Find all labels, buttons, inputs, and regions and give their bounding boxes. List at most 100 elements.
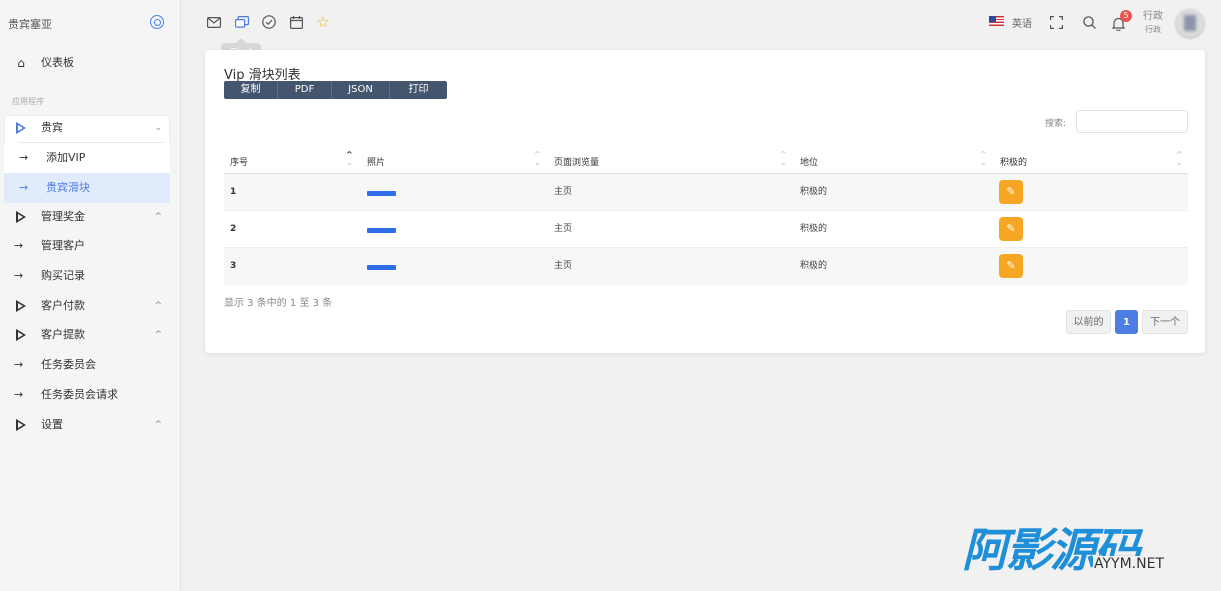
avatar[interactable] [1176,9,1204,37]
chat-icon[interactable] [234,14,250,30]
watermark-en: AYYM.NET [1093,556,1165,572]
sort-icon[interactable]: ^ ⌄ [780,151,787,167]
pdf-button[interactable]: PDF [278,81,332,99]
column-header-status[interactable]: 地位 [800,155,818,168]
chevron-down-icon: ⌄ [154,123,162,133]
table-info: 显示 3 条中的 1 至 3 条 [224,298,333,309]
us-flag-icon[interactable] [989,16,1004,26]
column-header-active[interactable]: 积极的 [1000,155,1027,168]
column-header-page-views[interactable]: 页面浏览量 [554,155,599,168]
sort-icon[interactable]: ^ ⌄ [980,151,987,167]
sidebar-item-label: 设置 [41,418,63,431]
vip-slider-card: Vip 滑块列表 复制 PDF JSON 打印 搜索: 序号 ^ ⌄ 照片 ^ ⌄ … [205,50,1205,353]
sidebar-item-label: 客户提款 [41,328,85,341]
column-header-photo[interactable]: 照片 [367,155,385,168]
export-button-group: 复制 PDF JSON 打印 [224,81,447,99]
sidebar-item-label: 任务委员会 [41,358,96,371]
calendar-icon[interactable] [288,14,304,30]
status-cell: 积极的 [800,187,828,197]
sidebar-item-label: 管理奖金 [41,210,85,223]
sort-icon[interactable]: ^ ⌄ [534,151,541,167]
sidebar-item-label: 购买记录 [41,269,85,282]
row-number: 1 [230,187,237,197]
sidebar-item-customers[interactable]: → 管理客户 [4,231,170,261]
section-label: 应用程序 [12,97,44,106]
page-cell: 主页 [554,261,573,271]
page-1-button[interactable]: 1 [1115,310,1138,334]
play-icon [14,299,28,313]
star-icon[interactable]: ☆ [315,13,331,31]
copy-button[interactable]: 复制 [224,81,278,99]
edit-pencil-icon[interactable]: ✎ [999,217,1023,241]
sidebar-item-task-committee[interactable]: → 任务委员会 [4,350,170,380]
page-cell: 主页 [554,187,573,197]
role-title: 行政 [1143,11,1163,22]
search-input[interactable] [1076,110,1188,133]
play-icon [14,418,28,432]
arrow-right-icon: → [14,269,24,282]
prev-page-button[interactable]: 以前的 [1066,310,1111,334]
arrow-right-icon: → [14,239,24,252]
watermark-logo: 阿影源码 AYYM.NET [962,524,1187,576]
arrow-right-icon: → [19,151,29,164]
next-page-button[interactable]: 下一个 [1142,310,1188,334]
print-button[interactable]: 打印 [390,81,447,99]
slider-thumbnail [367,228,396,233]
search-icon[interactable] [1081,14,1097,30]
sidebar-item-dashboard[interactable]: ⌂ 仪表板 [4,49,170,77]
sidebar-item-label: 贵宾滑块 [46,181,90,194]
page-cell: 主页 [554,224,573,234]
arrow-right-icon: → [19,181,29,194]
play-icon [14,121,28,135]
sidebar-item-customer-payments[interactable]: 客户付款 ^ [4,292,170,320]
sidebar-item-label: 仪表板 [41,56,74,69]
edit-pencil-icon[interactable]: ✎ [999,254,1023,278]
chevron-up-icon: ^ [154,330,162,340]
sidebar-item-purchase-records[interactable]: → 购买记录 [4,261,170,291]
sidebar-item-bonus[interactable]: 管理奖金 ^ [4,203,170,231]
chevron-up-icon: ^ [154,212,162,222]
notification-badge: 5 [1120,10,1132,22]
sidebar: 贵宾塞亚 ⌂ 仪表板 应用程序 贵宾 ⌄ → 添加VIP → 贵宾滑块 管理奖金… [0,0,181,591]
sidebar-item-vip-slider[interactable]: → 贵宾滑块 [4,173,170,203]
sidebar-item-label: 贵宾 [41,121,63,134]
sidebar-item-label: 任务委员会请求 [41,388,118,401]
brand-name: 贵宾塞亚 [8,18,52,31]
radio-target-icon[interactable] [150,15,164,29]
role-subtitle: 行政 [1145,25,1161,34]
slider-thumbnail [367,265,396,270]
table-row: 3 主页 积极的 ✎ [224,248,1188,285]
sort-icon[interactable]: ^ ⌄ [1176,151,1183,167]
sidebar-item-vip[interactable]: 贵宾 ⌄ [4,114,170,142]
language-selector[interactable]: 英语 [1012,15,1032,30]
mail-icon[interactable] [206,14,222,30]
check-circle-icon[interactable] [261,14,277,30]
sidebar-item-task-committee-requests[interactable]: → 任务委员会请求 [4,380,170,410]
chevron-up-icon: ^ [154,301,162,311]
table-header: 序号 ^ ⌄ 照片 ^ ⌄ 页面浏览量 ^ ⌄ 地位 ^ ⌄ 积极的 ^ ⌄ [224,148,1188,174]
table-row: 2 主页 积极的 ✎ [224,211,1188,248]
sidebar-item-label: 客户付款 [41,299,85,312]
slider-thumbnail [367,191,396,196]
sidebar-item-settings[interactable]: 设置 ^ [4,411,170,439]
chevron-up-icon: ^ [154,420,162,430]
arrow-right-icon: → [14,388,24,401]
status-cell: 积极的 [800,261,828,271]
search-label: 搜索: [1045,119,1067,129]
sidebar-item-label: 添加VIP [46,151,86,164]
table-row: 1 主页 积极的 ✎ [224,174,1188,211]
edit-pencil-icon[interactable]: ✎ [999,180,1023,204]
arrow-right-icon: → [14,358,24,371]
column-header-no[interactable]: 序号 [230,155,248,168]
sidebar-item-add-vip[interactable]: → 添加VIP [4,143,170,173]
json-button[interactable]: JSON [332,81,390,99]
sidebar-item-label: 管理客户 [41,239,85,252]
play-icon [14,210,28,224]
play-icon [14,328,28,342]
user-role: 行政 行政 [1143,10,1163,36]
fullscreen-icon[interactable] [1048,14,1064,30]
row-number: 2 [230,224,237,234]
row-number: 3 [230,261,237,271]
sort-icon[interactable]: ^ ⌄ [346,151,353,167]
sidebar-item-customer-withdrawals[interactable]: 客户提款 ^ [4,321,170,349]
